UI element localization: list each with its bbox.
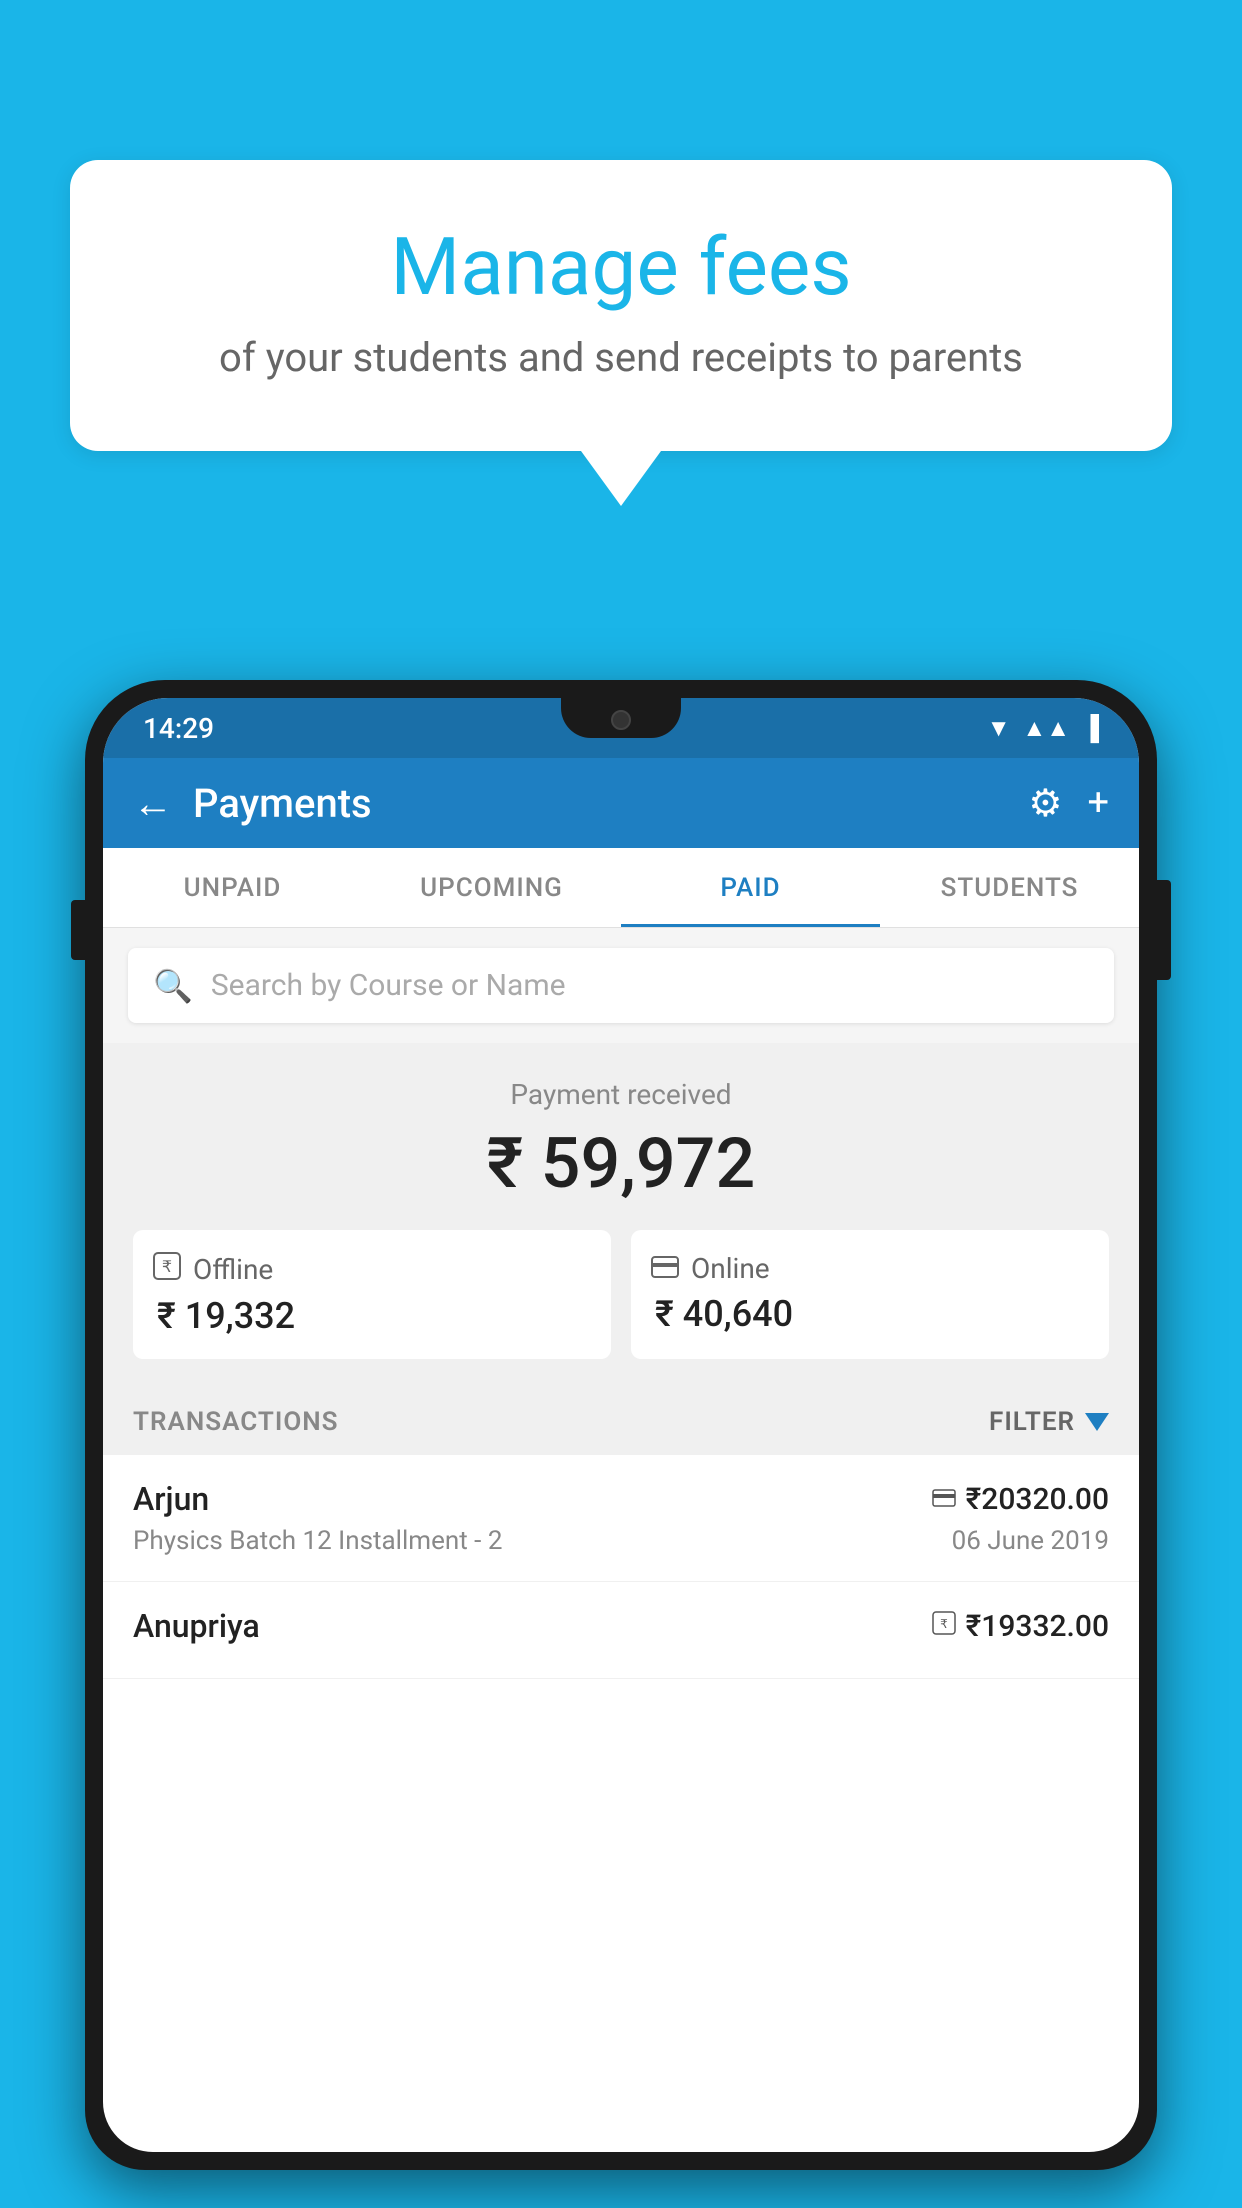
transaction-date: 06 June 2019	[952, 1526, 1109, 1556]
online-amount: ₹ 40,640	[655, 1293, 793, 1335]
search-icon: 🔍	[153, 967, 193, 1005]
tab-paid[interactable]: PAID	[621, 848, 880, 927]
tab-upcoming[interactable]: UPCOMING	[362, 848, 621, 927]
app-header-right: ⚙ +	[1028, 781, 1109, 826]
tab-students[interactable]: STUDENTS	[880, 848, 1139, 927]
card-icon-small	[932, 1484, 956, 1514]
payment-received-label: Payment received	[133, 1078, 1109, 1111]
transactions-label: TRANSACTIONS	[133, 1407, 339, 1437]
rupee-icon-small: ₹	[932, 1611, 956, 1641]
tab-unpaid[interactable]: UNPAID	[103, 848, 362, 927]
payment-received-amount: ₹ 59,972	[133, 1123, 1109, 1205]
speech-bubble-title: Manage fees	[150, 220, 1092, 314]
gear-icon[interactable]: ⚙	[1028, 781, 1062, 826]
speech-bubble: Manage fees of your students and send re…	[70, 160, 1172, 451]
phone-wrapper: 14:29 ▼ ▲▲ ▐ ← Payments ⚙ +	[85, 680, 1157, 2208]
transaction-amount: ₹20320.00	[966, 1482, 1109, 1517]
offline-card-header: ₹ Offline	[153, 1252, 273, 1287]
transaction-row[interactable]: Anupriya ₹ ₹19332.00	[103, 1582, 1139, 1679]
wifi-icon: ▼	[987, 714, 1011, 743]
speech-bubble-wrapper: Manage fees of your students and send re…	[70, 160, 1172, 506]
search-container: 🔍 Search by Course or Name	[103, 928, 1139, 1043]
online-card-header: Online	[651, 1252, 770, 1285]
transaction-name: Arjun	[133, 1480, 209, 1518]
signal-icon: ▲▲	[1022, 714, 1070, 743]
online-label: Online	[691, 1252, 770, 1285]
search-bar[interactable]: 🔍 Search by Course or Name	[128, 948, 1114, 1023]
payment-cards: ₹ Offline ₹ 19,332	[133, 1230, 1109, 1359]
status-icons: ▼ ▲▲ ▐	[987, 714, 1099, 743]
transaction-amount-wrap-2: ₹ ₹19332.00	[932, 1609, 1109, 1644]
svg-text:₹: ₹	[940, 1617, 948, 1631]
status-time: 14:29	[143, 712, 214, 745]
transaction-amount-wrap: ₹20320.00	[932, 1482, 1109, 1517]
plus-icon[interactable]: +	[1087, 781, 1109, 825]
phone-screen: 14:29 ▼ ▲▲ ▐ ← Payments ⚙ +	[103, 698, 1139, 2152]
search-placeholder: Search by Course or Name	[211, 968, 566, 1003]
app-header: ← Payments ⚙ +	[103, 758, 1139, 848]
speech-bubble-subtitle: of your students and send receipts to pa…	[150, 334, 1092, 381]
filter-label: FILTER	[989, 1407, 1075, 1437]
rupee-box-icon: ₹	[153, 1252, 181, 1287]
transaction-bottom: Physics Batch 12 Installment - 2 06 June…	[133, 1526, 1109, 1556]
svg-text:₹: ₹	[162, 1259, 172, 1276]
transaction-course: Physics Batch 12 Installment - 2	[133, 1526, 502, 1556]
filter-button[interactable]: FILTER	[989, 1407, 1109, 1437]
back-button[interactable]: ←	[133, 780, 173, 827]
credit-card-icon	[651, 1252, 679, 1285]
transaction-top: Arjun ₹20320.00	[133, 1480, 1109, 1518]
battery-icon: ▐	[1082, 714, 1099, 743]
notch-camera	[611, 710, 631, 730]
phone-outer: 14:29 ▼ ▲▲ ▐ ← Payments ⚙ +	[85, 680, 1157, 2170]
online-card: Online ₹ 40,640	[631, 1230, 1109, 1359]
app-title: Payments	[193, 780, 372, 827]
transaction-top-2: Anupriya ₹ ₹19332.00	[133, 1607, 1109, 1645]
offline-amount: ₹ 19,332	[157, 1295, 295, 1337]
transaction-name-2: Anupriya	[133, 1607, 260, 1645]
offline-label: Offline	[193, 1253, 273, 1286]
filter-icon	[1085, 1413, 1109, 1431]
phone-notch	[561, 698, 681, 738]
payment-received-section: Payment received ₹ 59,972 ₹ Offl	[103, 1043, 1139, 1389]
transaction-row[interactable]: Arjun ₹20320.00 Physics Batch 12 Install…	[103, 1455, 1139, 1582]
transactions-header: TRANSACTIONS FILTER	[103, 1389, 1139, 1455]
speech-bubble-arrow	[581, 451, 661, 506]
offline-card: ₹ Offline ₹ 19,332	[133, 1230, 611, 1359]
transaction-amount-2: ₹19332.00	[966, 1609, 1109, 1644]
tabs: UNPAID UPCOMING PAID STUDENTS	[103, 848, 1139, 928]
app-header-left: ← Payments	[133, 780, 372, 827]
